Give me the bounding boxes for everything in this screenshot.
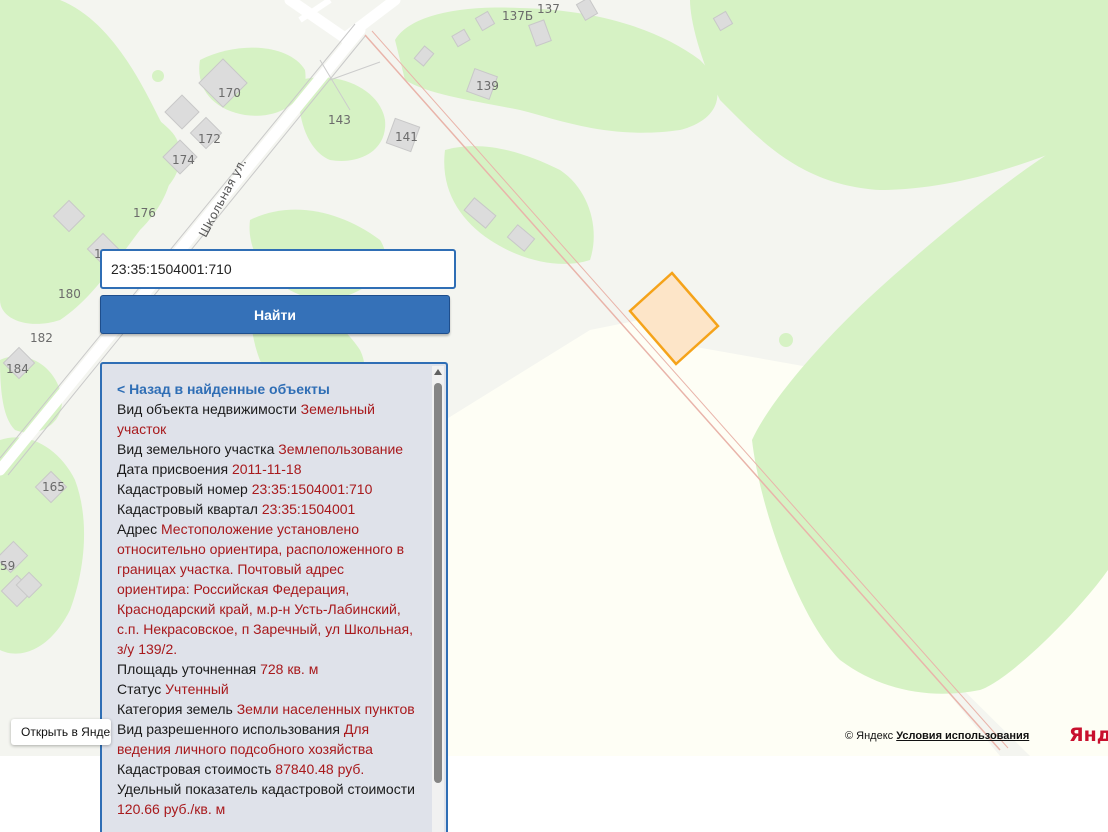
info-row-label: Адрес (117, 521, 158, 537)
info-row-label: Кадастровый квартал (117, 501, 258, 517)
find-button[interactable]: Найти (100, 295, 450, 334)
info-row: Дата присвоения 2011-11-18 (117, 459, 417, 479)
info-row-value: Учтенный (165, 681, 229, 697)
info-row-label: Дата присвоения (117, 461, 229, 477)
house-number: 59 (0, 559, 16, 573)
info-row: Площадь уточненная 728 кв. м (117, 659, 417, 679)
info-row: Вид объекта недвижимости Земельный участ… (117, 399, 417, 439)
info-row: Кадастровый номер 23:35:1504001:710 (117, 479, 417, 499)
info-row-value: Местоположение установлено относительно … (117, 521, 414, 657)
info-row: Удельный показатель кадастровой стоимост… (117, 779, 417, 819)
info-row-label: Кадастровая стоимость (117, 761, 272, 777)
object-info-panel: < Назад в найденные объекты Вид объекта … (100, 362, 448, 832)
info-row-label: Удельный показатель кадастровой стоимост… (117, 781, 415, 797)
house-number: 176 (133, 206, 156, 220)
house-number: 182 (30, 331, 53, 345)
info-row-label: Вид земельного участка (117, 441, 275, 457)
scroll-up-arrow-icon[interactable] (434, 369, 442, 375)
object-info-content: < Назад в найденные объекты Вид объекта … (117, 379, 417, 819)
house-number: 137 (537, 2, 560, 16)
house-number: 139 (476, 79, 499, 93)
info-row: Адрес Местоположение установлено относит… (117, 519, 417, 659)
terms-of-use-link[interactable]: Условия использования (896, 730, 1029, 742)
house-number: 170 (218, 86, 241, 100)
open-in-label: Открыть в Яндекс.Картах (21, 725, 111, 739)
info-row-value: 23:35:1504001 (261, 501, 356, 517)
house-number: 184 (6, 362, 29, 376)
map-copyright: © Яндекс Условия использования (845, 730, 1029, 742)
info-row-value: 23:35:1504001:710 (251, 481, 373, 497)
info-row-value: 87840.48 руб. (275, 761, 365, 777)
scroll-thumb[interactable] (434, 383, 442, 783)
info-row-value: 728 кв. м (260, 661, 319, 677)
house-number: 165 (42, 480, 65, 494)
cadastral-search-input[interactable] (100, 249, 456, 289)
info-row: Кадастровая стоимость 87840.48 руб. (117, 759, 417, 779)
house-number: 137Б (502, 9, 534, 23)
info-row-label: Площадь уточненная (117, 661, 257, 677)
house-number: 143 (328, 113, 351, 127)
info-row-label: Категория земель (117, 701, 233, 717)
house-number: 172 (198, 132, 221, 146)
info-row-value: Земли населенных пунктов (236, 701, 415, 717)
copyright-text: © Яндекс (845, 730, 894, 742)
info-row-label: Кадастровый номер (117, 481, 248, 497)
house-number: 141 (395, 130, 418, 144)
panel-scrollbar[interactable] (432, 366, 444, 832)
info-row-value: Землепользование (278, 441, 404, 457)
info-row-value: 120.66 руб./кв. м (117, 801, 226, 817)
info-row-value: 2011-11-18 (231, 461, 302, 477)
house-number: 174 (172, 153, 195, 167)
info-row: Вид разрешенного использования Для веден… (117, 719, 417, 759)
info-row-label: Вид объекта недвижимости (117, 401, 297, 417)
yandex-logo: Яндекс (1069, 724, 1108, 746)
info-row: Категория земель Земли населенных пункто… (117, 699, 417, 719)
back-to-results-link[interactable]: < Назад в найденные объекты (117, 379, 417, 399)
house-number: 180 (58, 287, 81, 301)
info-row: Вид земельного участка Землепользование (117, 439, 417, 459)
info-row-label: Статус (117, 681, 162, 697)
info-row: Статус Учтенный (117, 679, 417, 699)
open-in-yandex-maps-button[interactable]: Открыть в Яндекс.Картах (11, 719, 111, 745)
info-row: Кадастровый квартал 23:35:1504001 (117, 499, 417, 519)
info-row-label: Вид разрешенного использования (117, 721, 340, 737)
info-rows: Вид объекта недвижимости Земельный участ… (117, 399, 417, 819)
